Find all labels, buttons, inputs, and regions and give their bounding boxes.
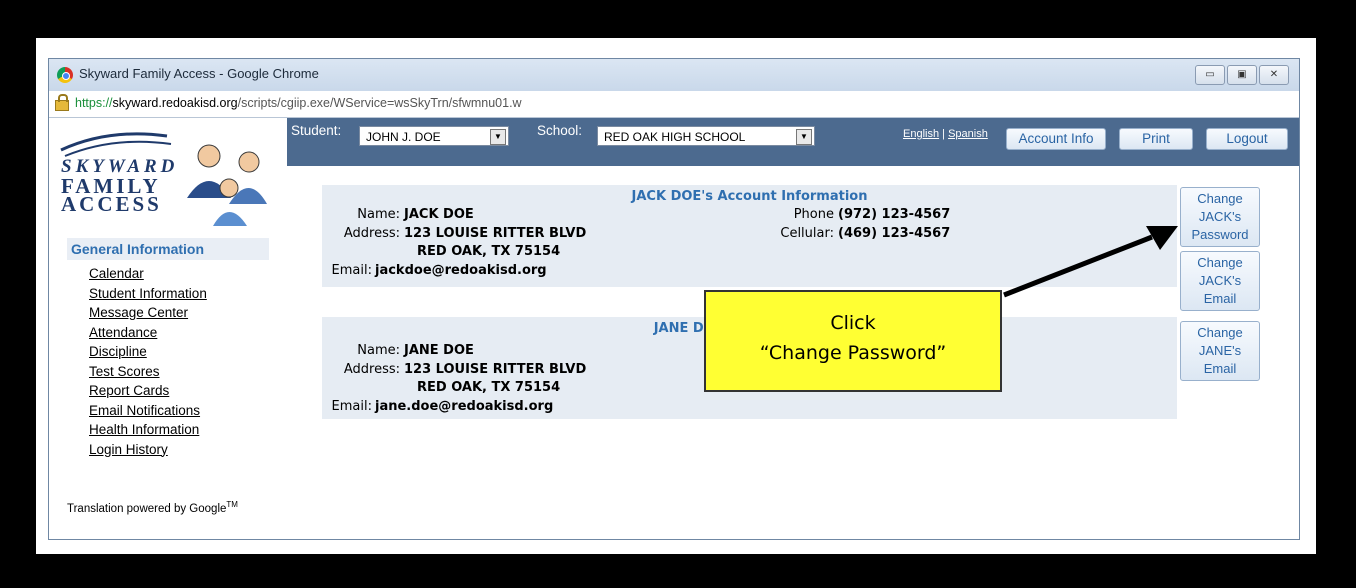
arrow-shaft (1003, 234, 1153, 298)
annotation-arrow (1003, 226, 1178, 298)
